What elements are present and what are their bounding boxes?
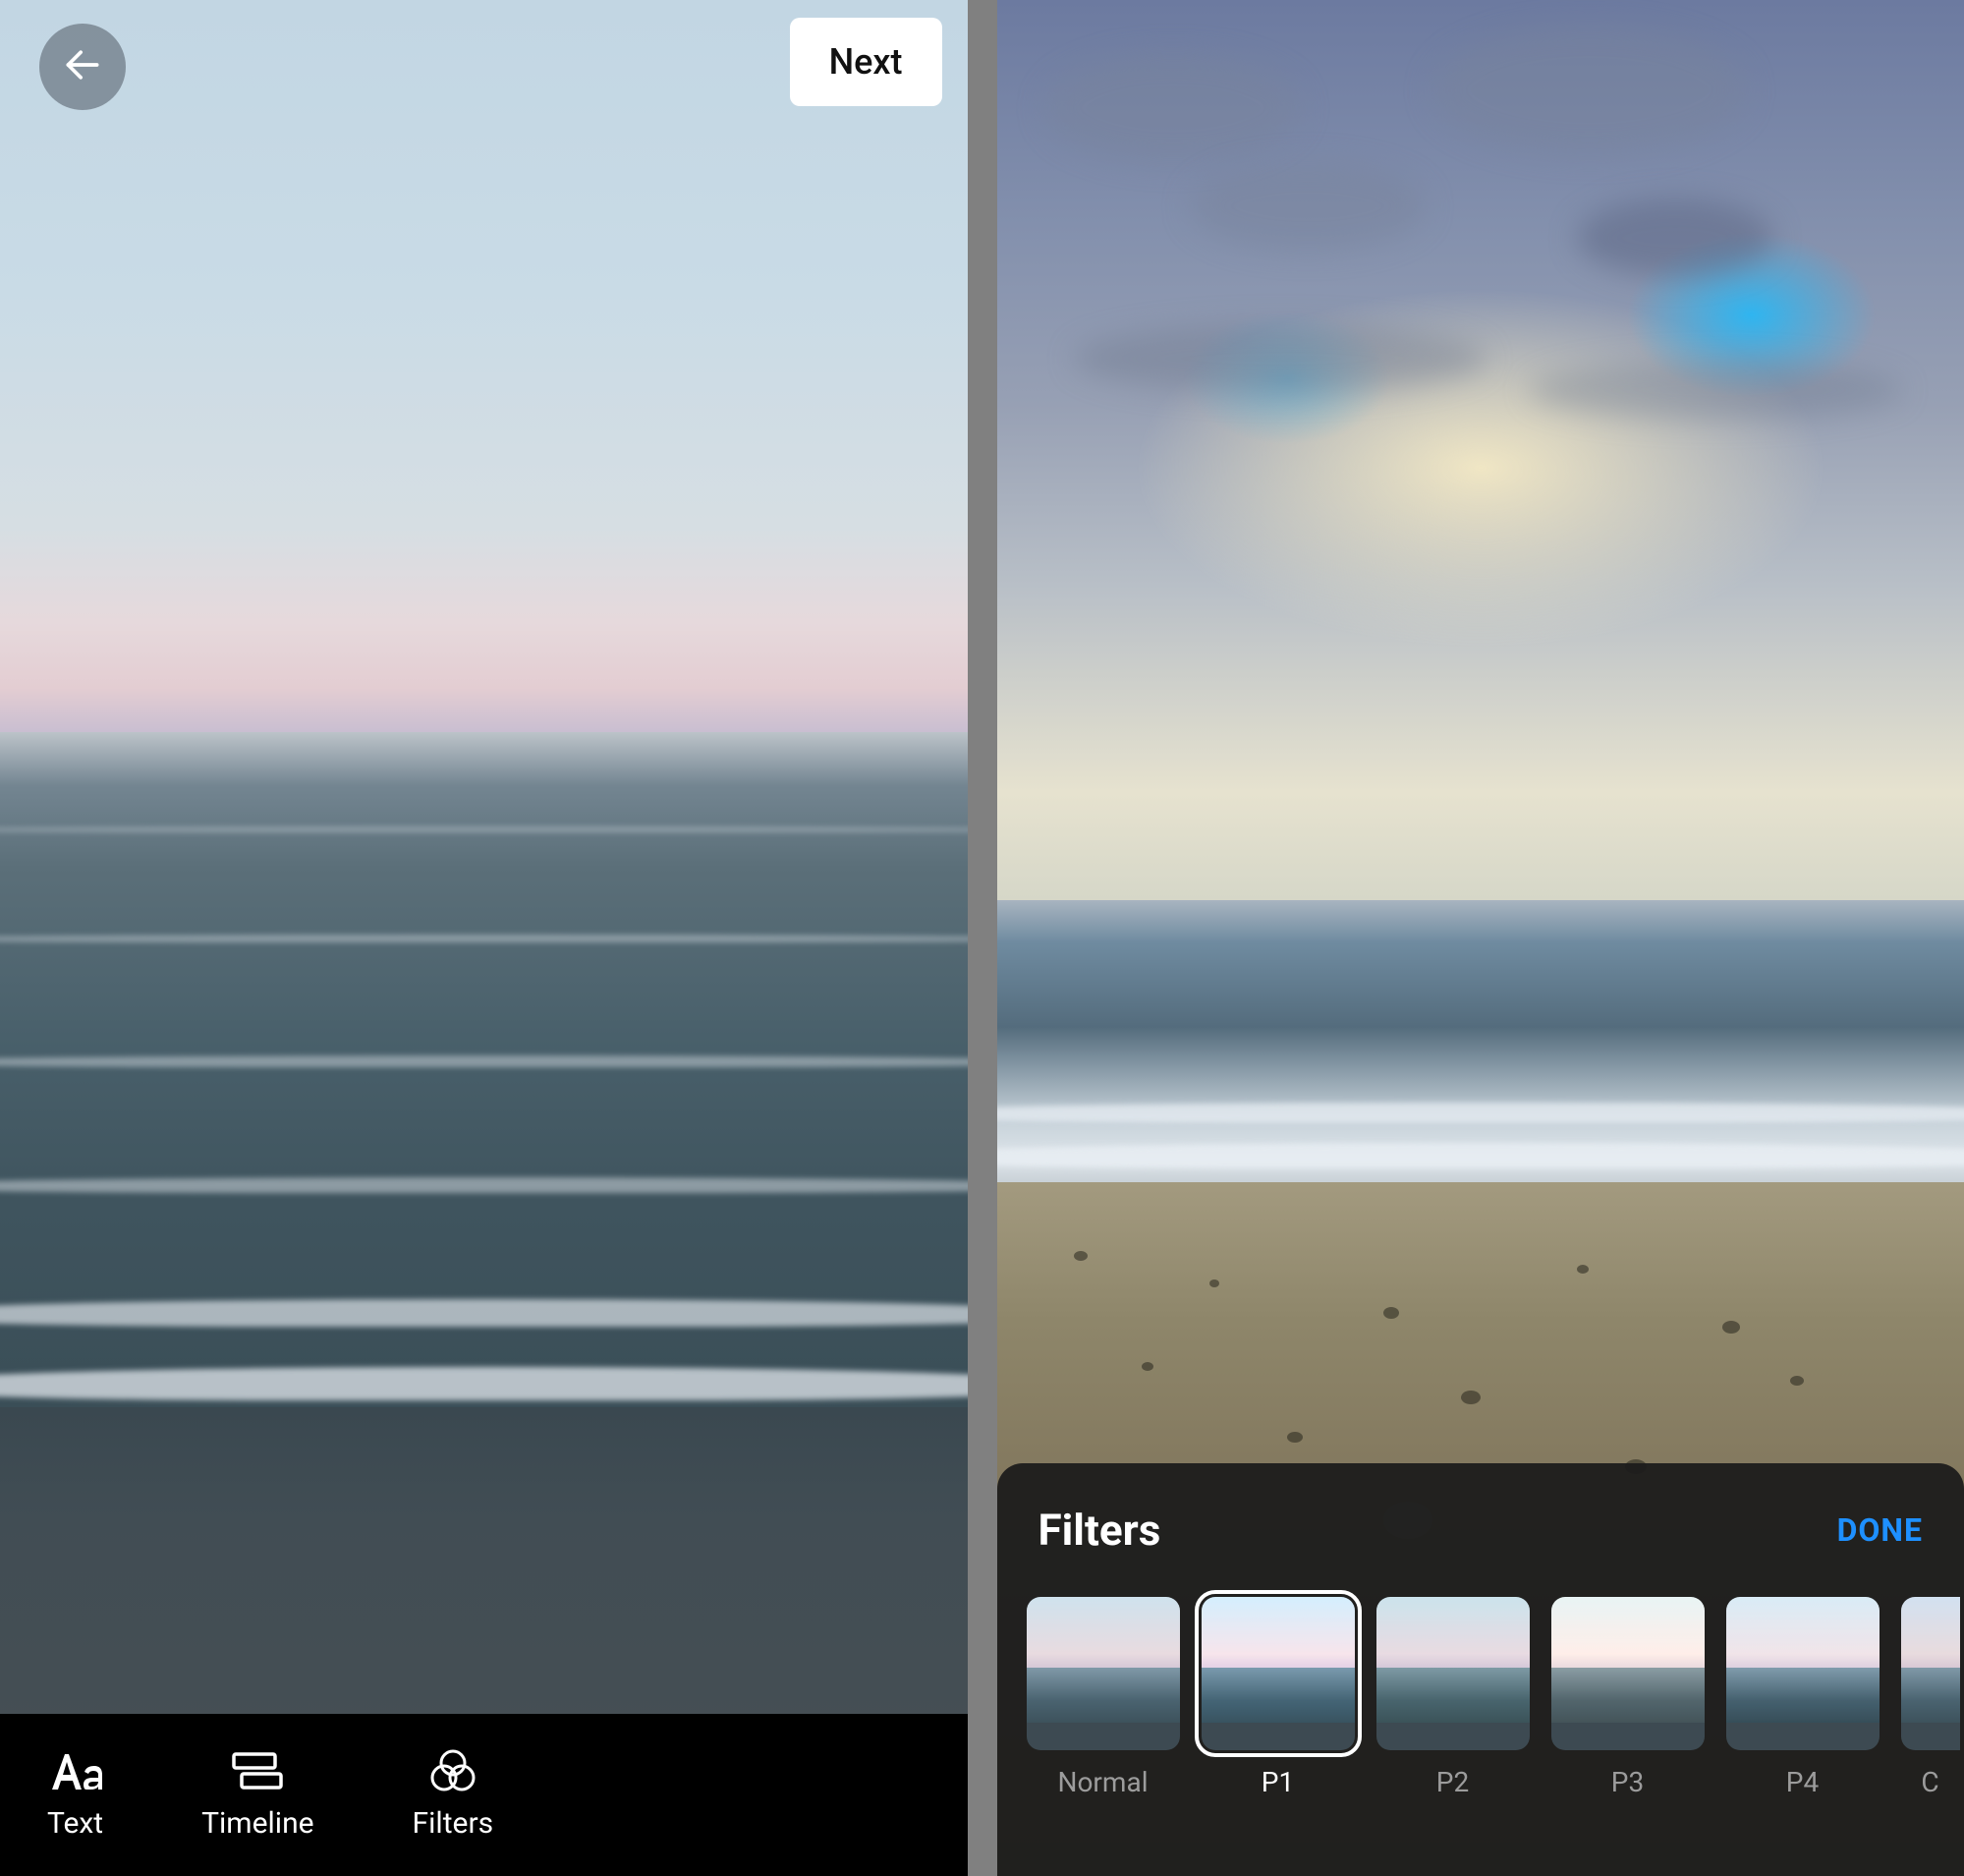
filter-option-p1[interactable]: P1 — [1202, 1597, 1355, 1798]
filters-venn-icon — [426, 1749, 479, 1792]
tool-filters[interactable]: Filters — [413, 1749, 494, 1841]
bottom-toolbar: Text Timeline — [0, 1714, 968, 1876]
tool-text-label: Text — [47, 1806, 103, 1841]
filter-option-p4[interactable]: P4 — [1726, 1597, 1880, 1798]
filter-label: P3 — [1611, 1766, 1644, 1798]
arrow-left-icon — [61, 43, 104, 90]
back-button[interactable] — [39, 24, 126, 110]
filter-thumb-c — [1901, 1597, 1960, 1750]
filter-thumb-p3 — [1551, 1597, 1705, 1750]
tool-timeline[interactable]: Timeline — [201, 1749, 313, 1841]
next-button[interactable]: Next — [790, 18, 942, 106]
filter-thumb-p4 — [1726, 1597, 1880, 1750]
filters-strip[interactable]: Normal P1 P2 — [997, 1579, 1964, 1798]
filter-label: C — [1921, 1766, 1938, 1798]
filters-panel-title: Filters — [1038, 1505, 1161, 1556]
filters-panel-header: Filters DONE — [997, 1493, 1964, 1579]
editor-pane-right: Filters DONE Normal — [997, 0, 1964, 1876]
filter-option-p3[interactable]: P3 — [1551, 1597, 1705, 1798]
filter-thumb-p2 — [1376, 1597, 1530, 1750]
tool-filters-label: Filters — [413, 1806, 494, 1841]
tool-timeline-label: Timeline — [201, 1806, 313, 1841]
filter-option-p2[interactable]: P2 — [1376, 1597, 1530, 1798]
filters-panel: Filters DONE Normal — [997, 1463, 1964, 1876]
next-button-label: Next — [829, 41, 903, 83]
text-aa-icon — [49, 1749, 102, 1792]
filter-label: P1 — [1262, 1766, 1294, 1798]
filter-thumb-p1 — [1202, 1597, 1355, 1750]
split-view: Next Text Timeline — [0, 0, 1964, 1876]
tool-text[interactable]: Text — [47, 1749, 103, 1841]
editor-pane-left: Next Text Timeline — [0, 0, 968, 1876]
filter-thumb-normal — [1027, 1597, 1180, 1750]
filter-option-c[interactable]: C — [1901, 1597, 1960, 1798]
filter-label: P4 — [1786, 1766, 1819, 1798]
filter-label: P2 — [1436, 1766, 1469, 1798]
done-button[interactable]: DONE — [1837, 1511, 1923, 1549]
timeline-icon — [231, 1749, 284, 1792]
filter-option-normal[interactable]: Normal — [1027, 1597, 1180, 1798]
preview-image-left — [0, 0, 968, 1876]
filter-label: Normal — [1057, 1766, 1148, 1798]
done-button-label: DONE — [1837, 1511, 1923, 1549]
